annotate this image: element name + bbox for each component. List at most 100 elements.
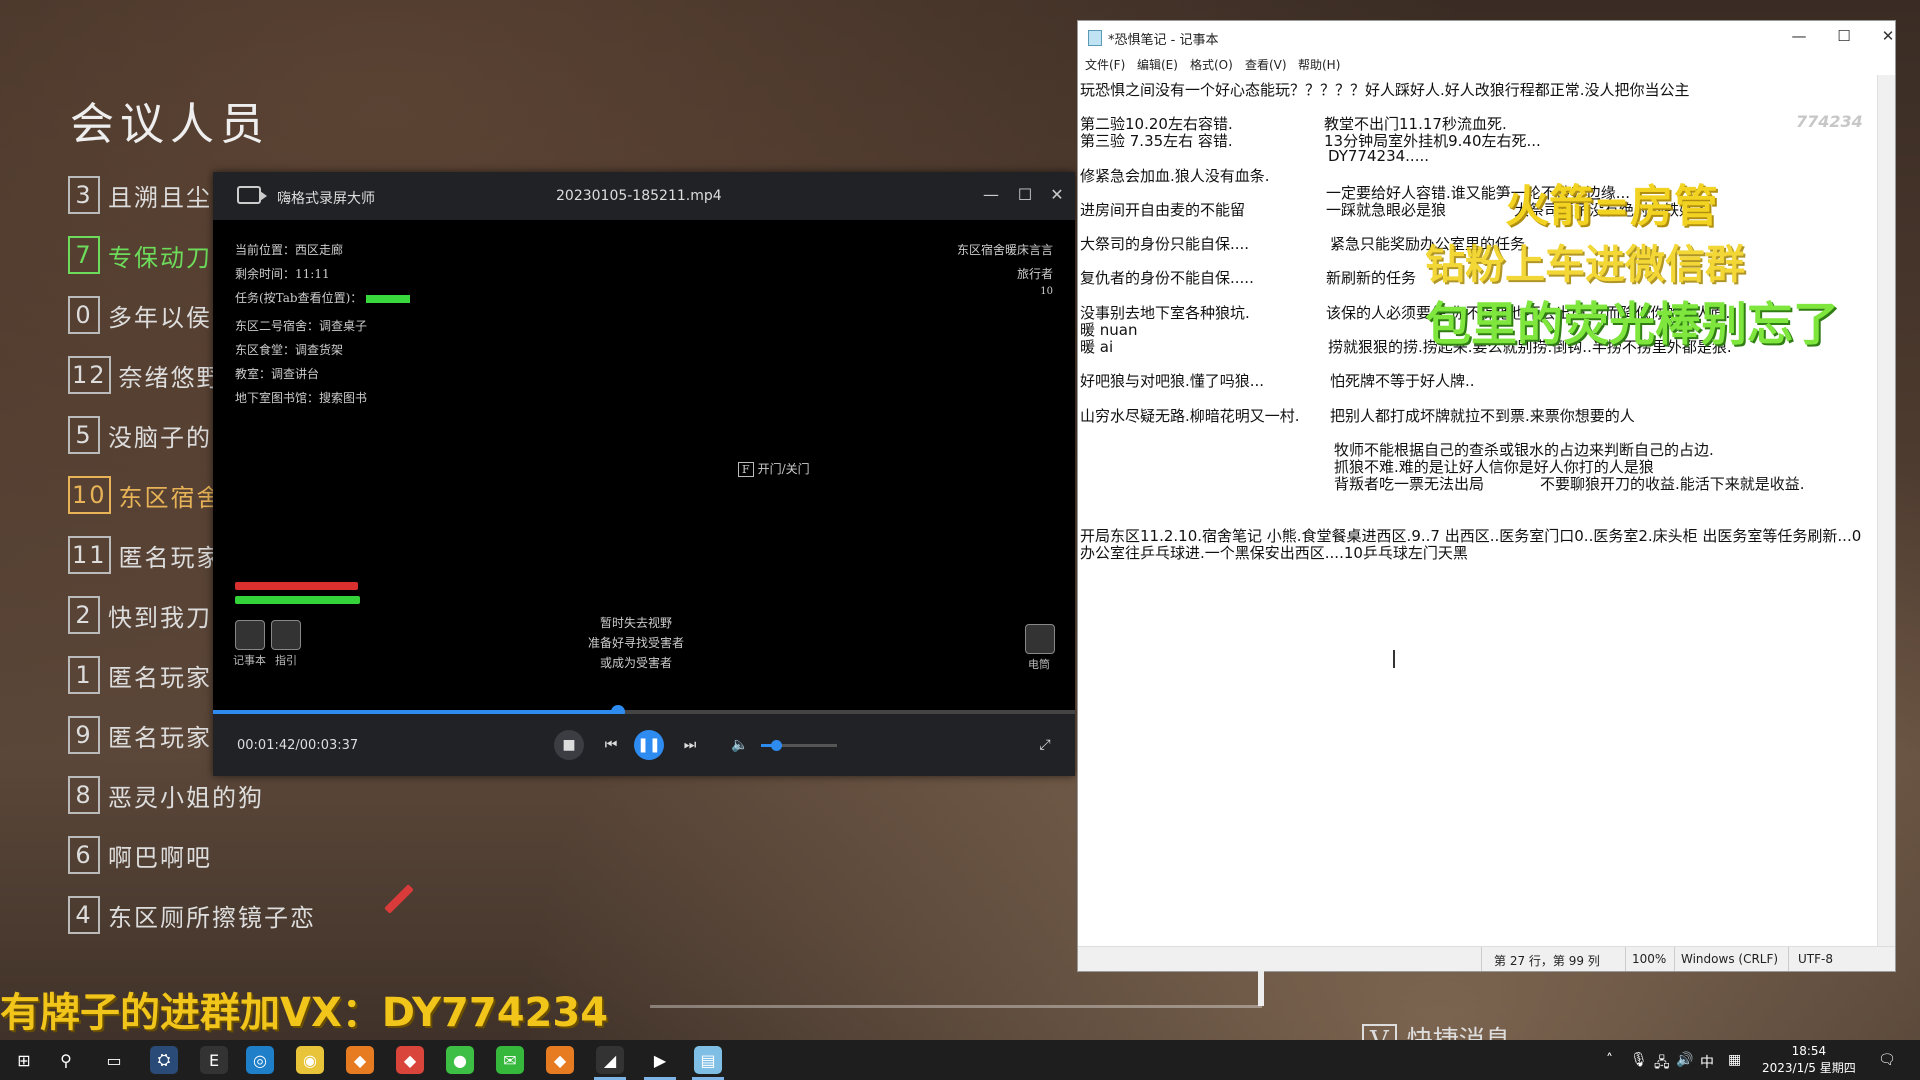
fullscreen-icon[interactable]: ⤢: [1030, 730, 1060, 760]
maximize-button[interactable]: ☐: [1829, 27, 1859, 47]
menu-format[interactable]: 格式(O): [1190, 56, 1233, 73]
app-orange2-icon[interactable]: ◆: [546, 1046, 574, 1074]
player-entry: 1 匿名玩家: [68, 650, 212, 700]
close-button[interactable]: ✕: [1873, 27, 1903, 47]
minimize-button[interactable]: —: [980, 184, 1002, 206]
pause-button[interactable]: ❚❚: [634, 730, 664, 760]
app-green-icon[interactable]: ●: [446, 1046, 474, 1074]
notepad-text-line: 把别人都打成坏牌就拉不到票.来票你想要的人: [1330, 407, 1635, 425]
player-number: 2: [68, 596, 100, 634]
notepad-text-line: DY774234.....: [1328, 147, 1429, 165]
ime-mode-icon[interactable]: ▦: [1728, 1052, 1741, 1068]
player-entry: 8 恶灵小姐的狗: [68, 770, 264, 820]
chat-input-cursor: [1258, 970, 1264, 1006]
speaker-icon[interactable]: 🔊: [1676, 1052, 1693, 1068]
hud-role: 旅行者: [1016, 267, 1053, 281]
wechat-icon[interactable]: ✉: [496, 1046, 524, 1074]
video-controls: 00:01:42/00:03:37 ■ ⏮ ❚❚ ⏭ 🔈 ⤢: [213, 714, 1075, 776]
player-name: 多年以侯: [108, 303, 212, 332]
app-red-icon[interactable]: ◆: [396, 1046, 424, 1074]
status-cursor-pos: 第 27 行，第 99 列: [1494, 954, 1600, 968]
epic-icon[interactable]: E: [200, 1046, 228, 1074]
notebook-label: 记事本: [233, 654, 266, 667]
minimize-button[interactable]: —: [1784, 27, 1814, 47]
player-name: 东区厕所擦镜子恋: [108, 903, 316, 932]
player-entry: 12 奈绪悠野: [68, 350, 223, 400]
guide-icon: [271, 620, 301, 650]
taskbar: ⊞ ⚲ ▭ ⛭ E ◎ ◉ ◆ ◆ ● ✉ ◆ ◢ ▶ ▤ ˄ 🎙 🖧 🔊 中 ▦ 18:54 2023/1…: [0, 1040, 1920, 1080]
app-dark-icon[interactable]: ◢: [594, 1046, 626, 1080]
previous-button[interactable]: ⏮: [596, 730, 626, 760]
video-player-app-name: 嗨格式录屏大师: [277, 191, 375, 207]
overlay-id-small: 774234: [1796, 112, 1863, 131]
notepad-text-line: 大祭司的身份只能自保....: [1080, 235, 1250, 253]
steam-icon[interactable]: ⛭: [150, 1046, 178, 1074]
maximize-button[interactable]: ☐: [1014, 184, 1036, 206]
video-screen[interactable]: 当前位置：西区走廊 剩余时间：11:11 任务(按Tab查看位置)： 东区二号宿…: [213, 220, 1075, 710]
windows-start-icon[interactable]: ⊞: [10, 1046, 38, 1074]
status-zoom: 100%: [1632, 952, 1667, 966]
notepad-icon[interactable]: ▤: [692, 1046, 724, 1080]
volume-knob[interactable]: [771, 740, 783, 751]
task-view-icon[interactable]: ▭: [100, 1046, 128, 1074]
flashlight-label: 电筒: [1028, 658, 1050, 671]
hud-place-name: 东区宿舍暖床言言: [956, 243, 1053, 257]
microphone-icon[interactable]: 🎙: [1630, 1052, 1648, 1068]
player-number: 5: [68, 416, 100, 454]
hud-location: 当前位置：西区走廊: [235, 243, 344, 257]
app-orange-icon[interactable]: ◆: [346, 1046, 374, 1074]
hud-player-info: 东区宿舍暖床言言 旅行者 10: [957, 238, 1053, 298]
next-button[interactable]: ⏭: [675, 730, 705, 760]
volume-slider[interactable]: [761, 740, 837, 751]
ime-indicator[interactable]: 中: [1700, 1052, 1714, 1072]
network-icon[interactable]: 🖧: [1654, 1052, 1670, 1076]
player-entry: 3 且溯且尘: [68, 170, 212, 220]
clock[interactable]: 18:54 2023/1/5 星期四: [1762, 1043, 1856, 1077]
player-name: 没脑子的: [108, 423, 212, 452]
menu-file[interactable]: 文件(F): [1085, 56, 1125, 73]
player-entry: 9 匿名玩家: [68, 710, 212, 760]
recorder-logo-icon: [237, 186, 267, 204]
overlay-fans-text: 钻粉上车进微信群: [1425, 242, 1745, 288]
hud-player-number: 10: [1040, 286, 1053, 297]
menu-help[interactable]: 帮助(H): [1298, 56, 1340, 73]
vision-line: 或成为受害者: [600, 656, 673, 670]
player-number: 11: [68, 536, 111, 574]
player-number: 9: [68, 716, 100, 754]
browser-icon[interactable]: ◎: [246, 1046, 274, 1074]
notepad-text-line: 山穷水尽疑无路.柳暗花明又一村.: [1080, 407, 1300, 425]
vertical-scrollbar[interactable]: [1877, 75, 1895, 949]
menu-view[interactable]: 查看(V): [1245, 56, 1287, 73]
stop-button[interactable]: ■: [554, 730, 584, 760]
close-button[interactable]: ✕: [1046, 184, 1068, 206]
notification-icon[interactable]: 🗨: [1878, 1052, 1896, 1068]
notepad-text-line: 怕死牌不等于好人牌..: [1330, 372, 1475, 390]
volume-icon[interactable]: 🔈: [725, 730, 755, 760]
notepad-text-area[interactable]: 玩恐惧之间没有一个好心态能玩？？？？？好人踩好人.好人改狼行程都正常.没人把你当…: [1080, 75, 1878, 943]
flashlight-icon: [1025, 624, 1055, 654]
notebook-icon: [235, 620, 265, 650]
stamina-bar: [235, 596, 360, 604]
status-line-ending: Windows (CRLF): [1681, 952, 1779, 966]
clock-time: 18:54: [1791, 1044, 1827, 1058]
notepad-title: *恐惧笔记 - 记事本: [1108, 33, 1219, 48]
notepad-text-line: 背叛者吃一票无法出局: [1334, 475, 1485, 493]
player-entry: 5 没脑子的: [68, 410, 212, 460]
player-number: 3: [68, 176, 100, 214]
qq-icon[interactable]: ◉: [296, 1046, 324, 1074]
player-entry: 7 专保动刀: [68, 230, 212, 280]
vision-line: 准备好寻找受害者: [588, 636, 685, 650]
player-name: 匿名玩家: [108, 723, 212, 752]
guide-label: 指引: [275, 654, 297, 667]
notepad-text-line: 玩恐惧之间没有一个好心态能玩？？？？？好人踩好人.好人改狼行程都正常.没人把你当…: [1080, 81, 1690, 99]
tray-up-arrow-icon[interactable]: ˄: [1606, 1052, 1613, 1068]
player-number: 12: [68, 356, 111, 394]
hud-time-left: 剩余时间：11:11: [235, 267, 330, 281]
player-number: 1: [68, 656, 100, 694]
recorder-icon[interactable]: ▶: [644, 1046, 676, 1080]
search-icon[interactable]: ⚲: [52, 1046, 80, 1074]
player-entry: 2 快到我刀: [68, 590, 212, 640]
video-file-name: 20230105-185211.mp4: [556, 188, 722, 204]
menu-edit[interactable]: 编辑(E): [1137, 56, 1178, 73]
notepad-text-line: 好吧狼与对吧狼.懂了吗狼...: [1080, 372, 1265, 390]
